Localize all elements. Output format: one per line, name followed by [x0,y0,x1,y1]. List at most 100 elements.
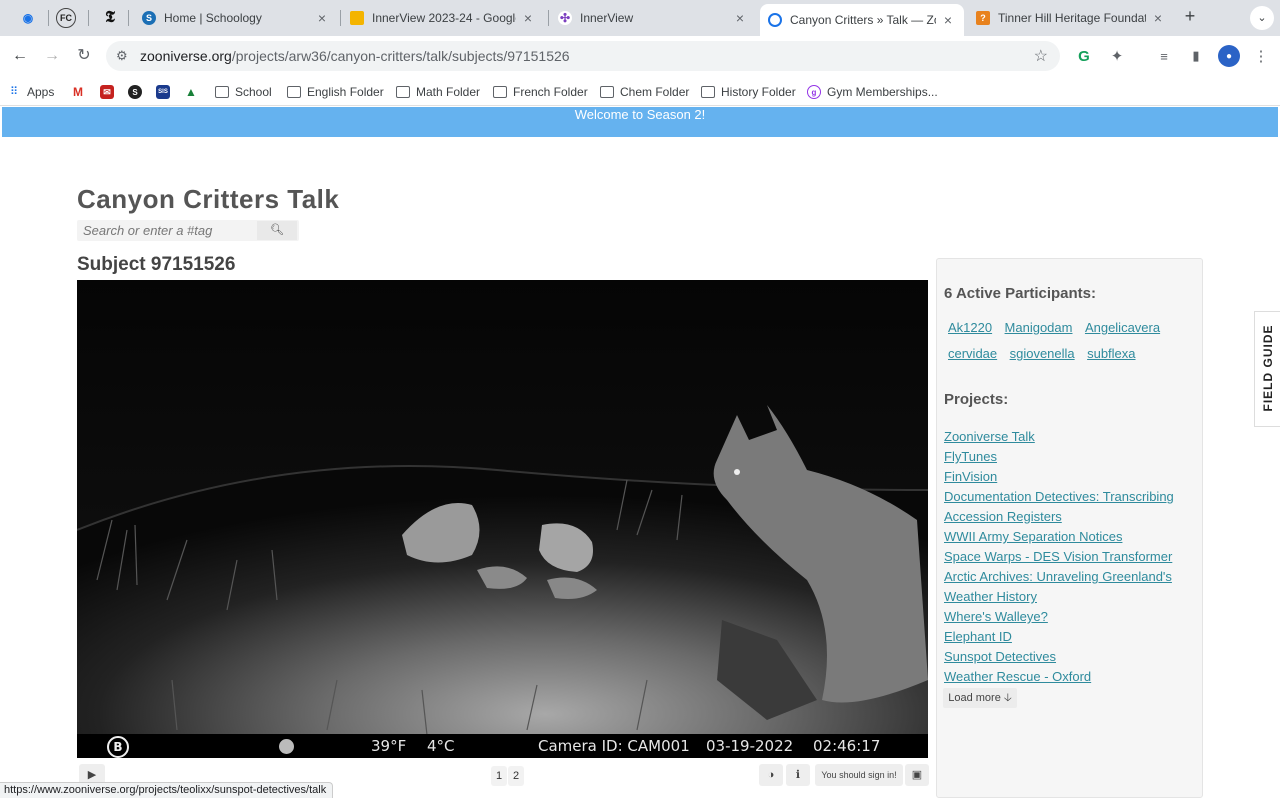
close-tab-icon[interactable]: × [732,10,748,26]
side-panel-icon[interactable]: ▮ [1185,45,1207,67]
image-icon: ▣ [911,769,923,781]
frame-page-2[interactable]: 2 [508,766,524,786]
sis-icon: SIS [156,85,170,99]
camera-brand-logo: B [107,736,129,758]
participant-link[interactable]: cervidae [948,345,997,363]
bookmark-french[interactable]: French Folder [493,83,588,101]
search-input[interactable] [77,220,257,241]
bookmark-schoology[interactable]: S [128,83,142,101]
close-tab-icon[interactable]: × [1150,10,1166,26]
extensions-puzzle-icon[interactable]: ✦ [1106,45,1128,67]
contrast-icon: ◑ [767,769,775,781]
profile-avatar[interactable]: ● [1218,45,1240,67]
folder-icon [215,86,229,98]
image-button[interactable]: ▣ [905,764,929,786]
load-more-button[interactable]: Load more 🡣 [943,688,1017,708]
close-tab-icon[interactable]: × [520,10,536,26]
bookmark-english[interactable]: English Folder [287,83,384,101]
projects-heading: Projects: [944,391,1009,408]
apps-grid-icon: ⠿ [10,86,19,98]
bookmark-drive[interactable]: ▲ [184,83,198,101]
project-link[interactable]: Arctic Archives: Unraveling Greenland's … [944,567,1199,607]
tab-innerview[interactable]: ✣ InnerView × [550,4,756,32]
schoology-bookmark-icon: S [128,85,142,99]
participant-link[interactable]: Angelicavera [1085,319,1160,337]
participant-link[interactable]: Manigodam [1005,319,1073,337]
reading-list-icon[interactable]: ≡ [1153,45,1175,67]
participants-heading: 6 Active Participants: [944,285,1096,302]
bookmark-apps[interactable]: ⠿ Apps [10,83,54,101]
tab-schoology[interactable]: S Home | Schoology × [134,4,338,32]
frame-page-1[interactable]: 1 [491,766,507,786]
address-bar[interactable]: ⚙ zooniverse.org/projects/arw36/canyon-c… [106,41,1060,71]
google-drive-icon: ▲ [184,85,198,99]
project-link[interactable]: FlyTunes [944,447,1199,467]
project-link[interactable]: Documentation Detectives: Transcribing A… [944,487,1199,527]
bookmark-star-icon[interactable]: ☆ [1034,46,1048,66]
bookmarks-bar: ⠿ Apps M ✉ S SIS ▲ School English Folder… [0,78,1280,106]
info-icon: ℹ [795,769,801,781]
schoology-icon: S [142,11,156,25]
moon-phase-icon [279,739,294,754]
bookmark-school[interactable]: School [215,83,272,101]
site-info-icon[interactable]: ⚙ [116,48,128,64]
pinned-tab-search-icon[interactable]: ◉ [16,6,40,30]
subject-image[interactable]: B 39°F 4°C Camera ID: CAM001 03-19-2022 … [77,280,928,758]
bookmark-gmail[interactable]: M [71,83,85,101]
trail-camera-photo [77,280,928,758]
project-link[interactable]: Elephant ID [944,627,1199,647]
field-guide-label: FIELD GUIDE [1261,324,1275,412]
tinner-hill-icon: ? [976,11,990,25]
camera-info-strip: B 39°F 4°C Camera ID: CAM001 03-19-2022 … [77,734,928,758]
tab-innerview-sheet[interactable]: InnerView 2023-24 - Google × [342,4,544,32]
project-link[interactable]: Sunspot Detectives [944,647,1199,667]
new-tab-button[interactable]: + [1180,6,1200,28]
bookmark-math[interactable]: Math Folder [396,83,480,101]
close-tab-icon[interactable]: × [314,10,330,26]
subject-title: Subject 97151526 [77,254,236,275]
tab-canyon-critters[interactable]: Canyon Critters » Talk — Zoo × [760,4,964,36]
menu-kebab-icon[interactable]: ⋮ [1250,45,1272,67]
gmail-icon: M [71,85,85,99]
info-button[interactable]: ℹ [786,764,810,786]
pinned-tab-fc-icon[interactable]: FC [56,8,76,28]
project-link[interactable]: Zooniverse Talk [944,427,1199,447]
project-link[interactable]: WWII Army Separation Notices [944,527,1199,547]
bookmark-chem[interactable]: Chem Folder [600,83,689,101]
forward-arrow-icon[interactable]: → [40,44,64,68]
participant-link[interactable]: sgiovenella [1010,345,1075,363]
talk-search: 🔍︎ [77,220,299,241]
reload-icon[interactable]: ↻ [72,44,96,68]
bookmark-history[interactable]: History Folder [701,83,796,101]
sign-in-prompt[interactable]: You should sign in! [815,764,903,786]
field-guide-tab[interactable]: FIELD GUIDE [1254,311,1280,427]
tab-tinner-hill[interactable]: ? Tinner Hill Heritage Foundati × [968,4,1174,32]
page-title: Canyon Critters Talk [77,184,340,214]
project-link[interactable]: FinVision [944,467,1199,487]
innerview-icon: ✣ [558,11,572,25]
invert-button[interactable]: ◑ [759,764,783,786]
folder-icon [600,86,614,98]
search-button[interactable]: 🔍︎ [257,221,297,240]
project-link[interactable]: Space Warps - DES Vision Transformer [944,547,1199,567]
close-tab-icon[interactable]: × [940,12,956,28]
search-icon: 🔍︎ [270,224,284,236]
grammarly-icon[interactable]: G [1073,45,1095,67]
bookmark-sis[interactable]: SIS [156,83,170,101]
back-arrow-icon[interactable]: ← [8,44,32,68]
capture-date: 03-19-2022 [706,737,794,755]
bookmark-gym[interactable]: g Gym Memberships... [807,83,938,101]
project-link[interactable]: Weather Rescue - Oxford [944,667,1199,687]
capture-time: 02:46:17 [813,737,881,755]
pinned-tab-nyt-icon[interactable]: 𝕿 [98,6,122,30]
bookmark-gift[interactable]: ✉ [100,83,114,101]
link-status-bar: https://www.zooniverse.org/projects/teol… [0,782,334,798]
google-slides-icon [350,11,364,25]
talk-sidebar: 6 Active Participants: Ak1220 Manigodam … [936,258,1203,798]
project-link[interactable]: Where's Walleye? [944,607,1199,627]
temp-celsius: 4°C [427,737,455,755]
participant-link[interactable]: Ak1220 [948,319,992,337]
projects-list: Zooniverse Talk FlyTunes FinVision Docum… [944,427,1199,687]
tab-search-chevron-icon[interactable]: ⌄ [1250,6,1274,30]
participant-link[interactable]: subflexa [1087,345,1135,363]
